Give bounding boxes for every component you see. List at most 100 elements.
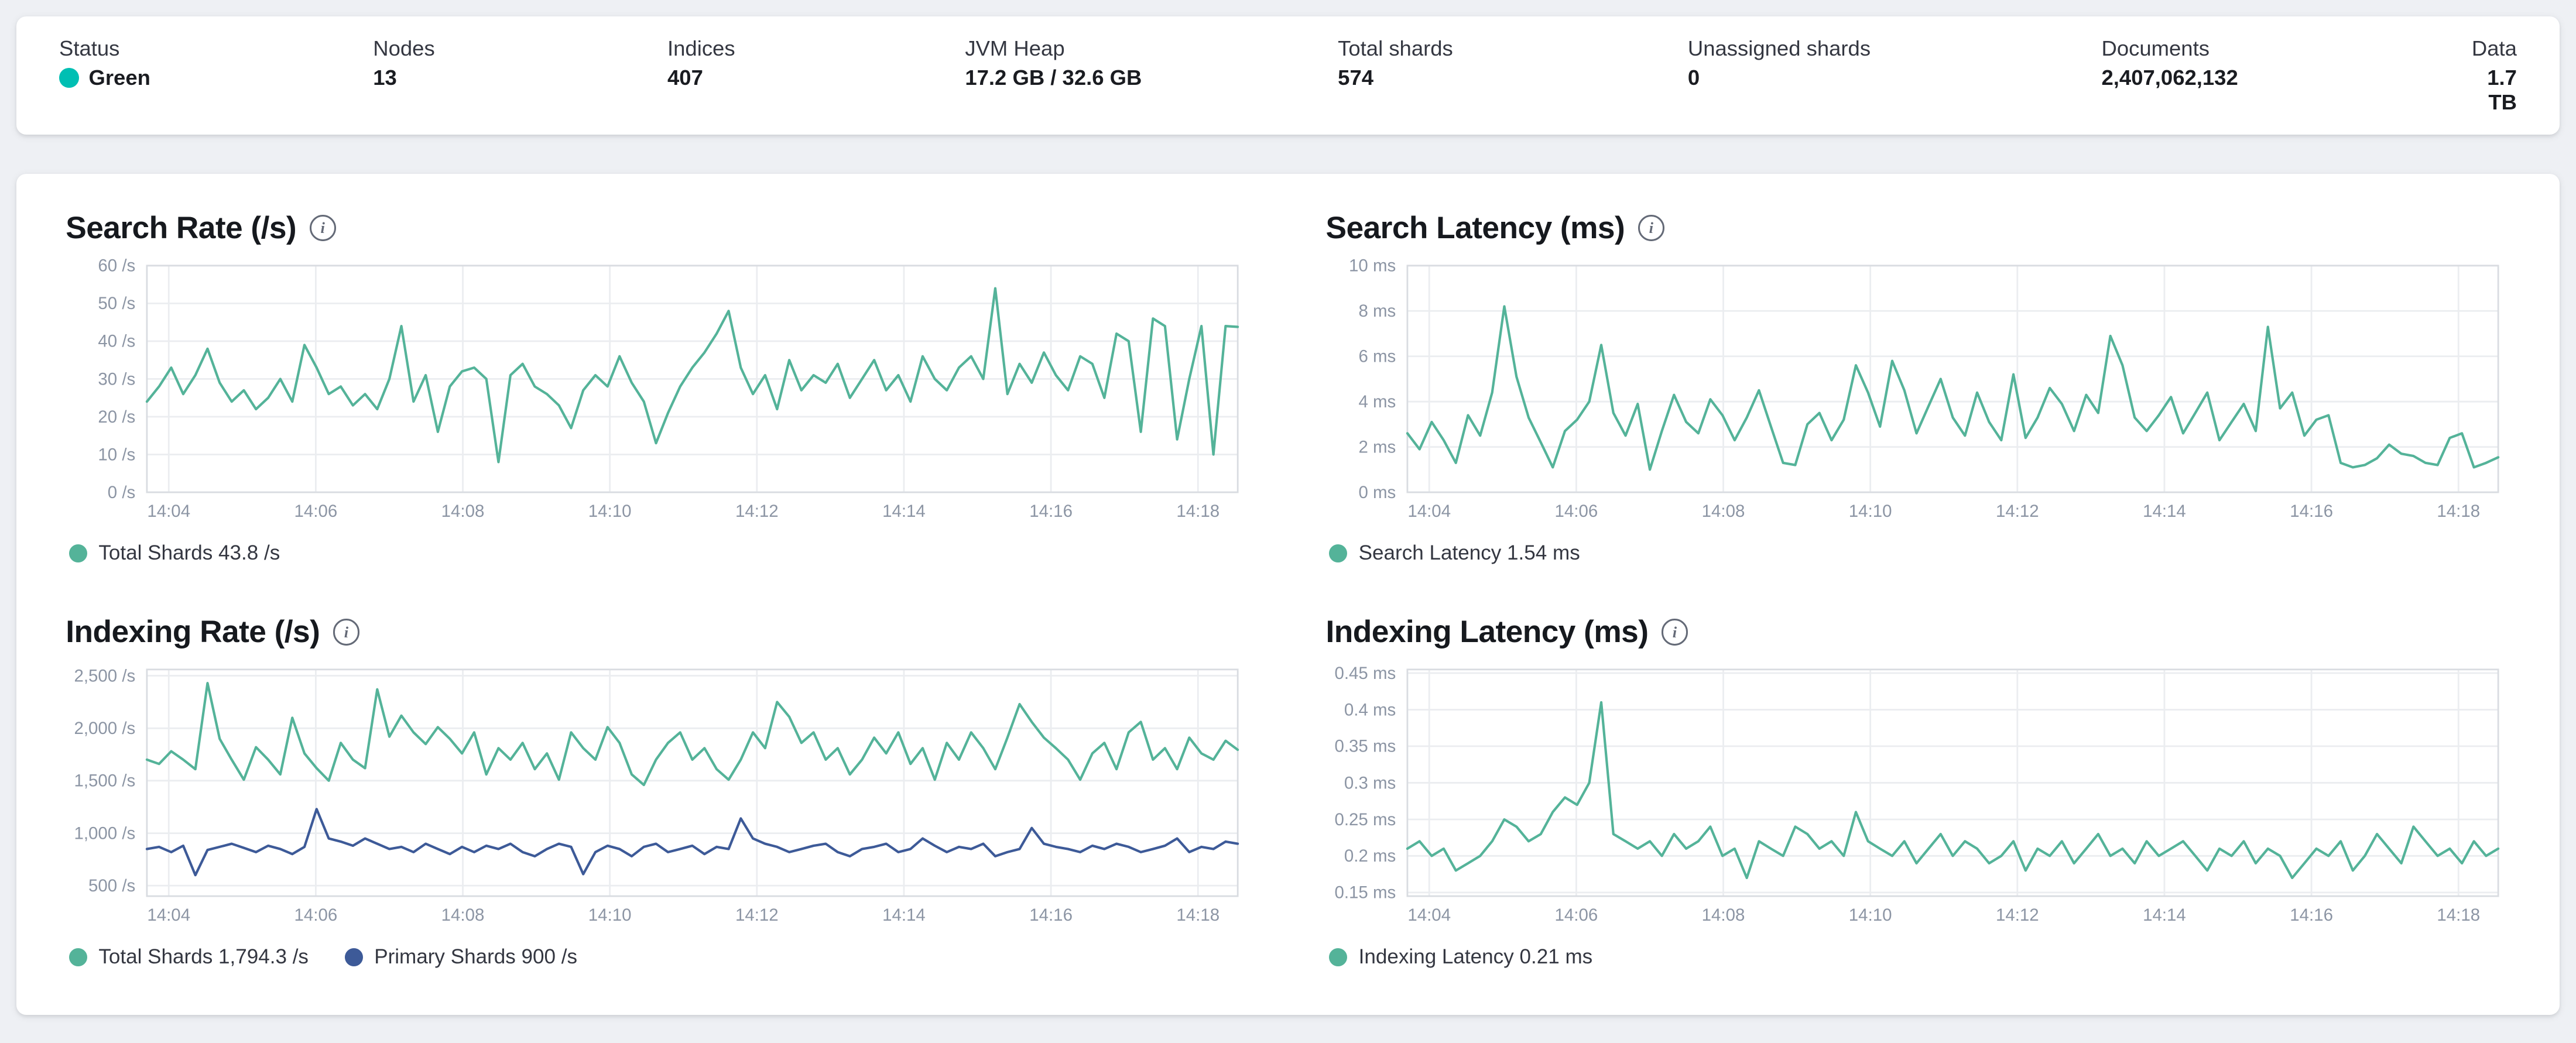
chart-search-rate: Search Rate (/s) i 0 /s 10 /s 20 /s 30 /s 40… (66, 210, 1250, 565)
svg-text:60 /s: 60 /s (98, 256, 136, 276)
svg-text:500 /s: 500 /s (88, 876, 135, 896)
metric-label: Nodes (373, 36, 435, 60)
svg-text:14:18: 14:18 (2437, 905, 2480, 925)
legend-item[interactable]: Search Latency 1.54 ms (1329, 541, 1580, 565)
chart-indexing-rate: Indexing Rate (/s) i 500 /s 1,000 /s 1,500… (66, 614, 1250, 969)
svg-text:14:10: 14:10 (1848, 502, 1892, 521)
chart-canvas[interactable]: 0.15 ms 0.2 ms 0.25 ms 0.3 ms 0.35 ms 0.4 ms 0… (1326, 660, 2510, 935)
chart-title: Indexing Rate (/s) (66, 615, 320, 650)
chart-canvas[interactable]: 500 /s 1,000 /s 1,500 /s 2,000 /s 2,500 /s 14… (66, 660, 1250, 935)
metric-label: JVM Heap (965, 36, 1065, 60)
chart-title: Search Latency (ms) (1325, 211, 1625, 246)
chart-legend: Search Latency 1.54 ms (1326, 541, 2510, 565)
svg-text:0.4 ms: 0.4 ms (1344, 701, 1395, 720)
svg-text:0.35 ms: 0.35 ms (1334, 737, 1396, 756)
legend-series-dot-icon (68, 544, 87, 562)
svg-text:14:06: 14:06 (1554, 502, 1598, 521)
svg-text:14:06: 14:06 (294, 502, 338, 521)
info-icon[interactable]: i (1638, 215, 1664, 242)
legend-series-dot-icon (1329, 544, 1347, 562)
svg-text:14:16: 14:16 (2290, 905, 2333, 925)
svg-text:0.15 ms: 0.15 ms (1334, 883, 1396, 903)
svg-text:14:04: 14:04 (148, 905, 191, 925)
legend-series-dot-icon (344, 948, 363, 966)
svg-text:14:14: 14:14 (882, 502, 926, 521)
svg-text:8 ms: 8 ms (1358, 301, 1396, 321)
svg-text:2 ms: 2 ms (1358, 437, 1396, 457)
legend-item[interactable]: Indexing Latency 0.21 ms (1329, 945, 1592, 969)
svg-text:14:16: 14:16 (1029, 905, 1073, 925)
chart-canvas[interactable]: 0 /s 10 /s 20 /s 30 /s 40 /s 50 /s 60 /s 14:04 1… (66, 256, 1250, 531)
svg-text:0 ms: 0 ms (1358, 483, 1396, 502)
svg-text:2,000 /s: 2,000 /s (74, 719, 136, 738)
svg-text:40 /s: 40 /s (98, 332, 136, 351)
metric-label: Indices (667, 36, 735, 60)
status-green-dot-icon (59, 68, 79, 88)
svg-text:0.25 ms: 0.25 ms (1334, 810, 1396, 829)
svg-text:14:08: 14:08 (1701, 502, 1745, 521)
svg-text:14:14: 14:14 (2143, 502, 2186, 521)
legend-label: Total Shards 1,794.3 /s (98, 945, 309, 969)
metric-indices: Indices 407 (667, 36, 965, 90)
svg-text:6 ms: 6 ms (1358, 347, 1396, 366)
legend-item[interactable]: Total Shards 1,794.3 /s (68, 945, 309, 969)
legend-series-dot-icon (1329, 948, 1347, 966)
svg-text:4 ms: 4 ms (1358, 392, 1396, 411)
svg-text:0.3 ms: 0.3 ms (1344, 773, 1395, 792)
svg-text:1,500 /s: 1,500 /s (74, 771, 136, 791)
metric-label: Status (59, 36, 120, 60)
svg-text:14:18: 14:18 (1177, 502, 1220, 521)
legend-label: Indexing Latency 0.21 ms (1358, 945, 1593, 969)
chart-canvas[interactable]: 0 ms 2 ms 4 ms 6 ms 8 ms 10 ms 14:04 14:06 14:08… (1326, 256, 2510, 531)
svg-text:14:14: 14:14 (882, 905, 926, 925)
svg-text:14:16: 14:16 (1029, 502, 1073, 521)
chart-search-latency: Search Latency (ms) i 0 ms 2 ms 4 ms 6 ms 8 … (1326, 210, 2510, 565)
info-icon[interactable]: i (1661, 619, 1688, 646)
svg-text:14:18: 14:18 (2437, 502, 2480, 521)
svg-text:50 /s: 50 /s (98, 294, 136, 313)
svg-text:1,000 /s: 1,000 /s (74, 824, 136, 843)
chart-indexing-latency: Indexing Latency (ms) i 0.15 ms 0.2 ms 0.2… (1326, 614, 2510, 969)
metric-value: 1.7 TB (2487, 66, 2517, 115)
metric-value: Green (88, 66, 150, 90)
svg-text:0.45 ms: 0.45 ms (1334, 664, 1396, 683)
metric-value: 574 (1338, 66, 1374, 90)
legend-item[interactable]: Total Shards 43.8 /s (68, 541, 280, 565)
svg-text:14:14: 14:14 (2143, 905, 2186, 925)
monitoring-dashboard: Status Green Nodes 13 Indices 407 JVM He… (0, 0, 2576, 1043)
metric-value: 2,407,062,132 (2101, 66, 2238, 90)
svg-text:14:10: 14:10 (588, 502, 632, 521)
legend-label: Total Shards 43.8 /s (98, 541, 280, 565)
svg-text:30 /s: 30 /s (98, 369, 136, 389)
metric-documents: Documents 2,407,062,132 (2102, 36, 2454, 90)
metric-value: 13 (373, 66, 397, 90)
info-icon[interactable]: i (309, 215, 336, 242)
metric-nodes: Nodes 13 (373, 36, 667, 90)
legend-series-dot-icon (68, 948, 87, 966)
svg-text:10 /s: 10 /s (98, 445, 136, 464)
svg-text:14:08: 14:08 (1701, 905, 1745, 925)
cluster-summary-bar: Status Green Nodes 13 Indices 407 JVM He… (16, 16, 2560, 135)
charts-panel: Search Rate (/s) i 0 /s 10 /s 20 /s 30 /s 40… (16, 174, 2560, 1015)
svg-text:10 ms: 10 ms (1349, 256, 1396, 276)
svg-text:14:12: 14:12 (735, 502, 779, 521)
legend-item[interactable]: Primary Shards 900 /s (344, 945, 577, 969)
chart-title: Indexing Latency (ms) (1325, 615, 1649, 650)
metric-label: Data (2471, 36, 2517, 60)
svg-text:14:18: 14:18 (1177, 905, 1220, 925)
svg-text:14:04: 14:04 (148, 502, 191, 521)
svg-text:20 /s: 20 /s (98, 407, 136, 427)
metric-label: Total shards (1338, 36, 1453, 60)
metric-value: 407 (667, 66, 703, 90)
info-icon[interactable]: i (333, 619, 360, 646)
chart-legend: Total Shards 43.8 /s (66, 541, 1250, 565)
svg-text:14:08: 14:08 (441, 502, 485, 521)
svg-text:14:12: 14:12 (1995, 905, 2039, 925)
svg-text:14:04: 14:04 (1407, 905, 1451, 925)
metric-value: 17.2 GB / 32.6 GB (965, 66, 1142, 90)
svg-text:14:10: 14:10 (588, 905, 632, 925)
metric-data-size: Data 1.7 TB (2453, 36, 2517, 115)
svg-text:14:12: 14:12 (1995, 502, 2039, 521)
svg-text:14:12: 14:12 (735, 905, 779, 925)
metric-value: 0 (1687, 66, 1700, 90)
